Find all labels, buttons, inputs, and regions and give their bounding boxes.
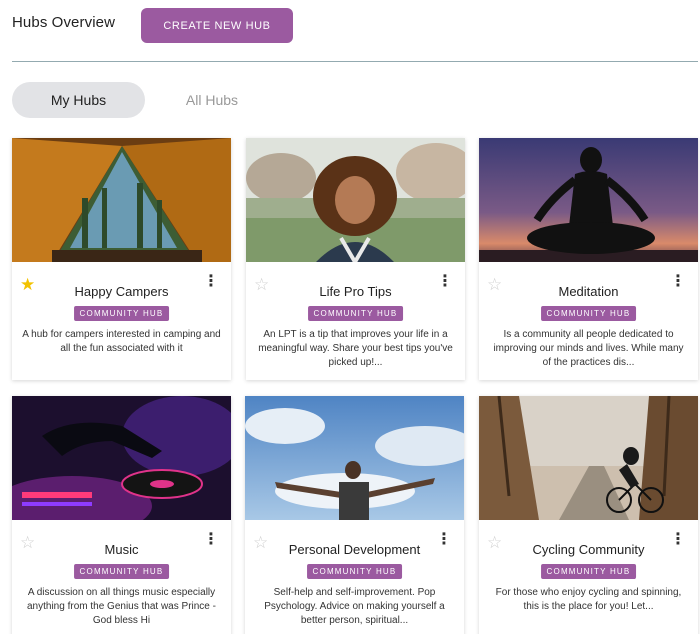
hub-description: For those who enjoy cycling and spinning… bbox=[495, 587, 682, 612]
community-hub-badge: COMMUNITY HUB bbox=[73, 306, 170, 321]
hub-description: Is a community all people dedicated to i… bbox=[493, 329, 684, 368]
community-hub-badge: COMMUNITY HUB bbox=[540, 306, 637, 321]
hub-description: Self-help and self-improvement. Pop Psyc… bbox=[264, 587, 445, 626]
hub-title: Meditation bbox=[558, 284, 619, 299]
hub-title: Music bbox=[104, 542, 139, 557]
hub-card-happy-campers[interactable]: ★ ⋮ Happy Campers COMMUNITY HUB A hub fo… bbox=[12, 138, 231, 380]
hub-title: Cycling Community bbox=[532, 542, 645, 557]
hub-tabs: My Hubs All Hubs bbox=[12, 82, 312, 118]
hub-card-meditation[interactable]: ☆ ⋮ Meditation COMMUNITY HUB Is a commun… bbox=[479, 138, 698, 380]
page-title: Hubs Overview bbox=[12, 14, 115, 31]
hub-title: Happy Campers bbox=[74, 284, 169, 299]
community-hub-badge: COMMUNITY HUB bbox=[73, 564, 170, 579]
community-hub-badge: COMMUNITY HUB bbox=[540, 564, 637, 579]
hub-title: Personal Development bbox=[288, 542, 421, 557]
hub-description: A hub for campers interested in camping … bbox=[22, 329, 221, 354]
tab-all-hubs[interactable]: All Hubs bbox=[162, 82, 262, 118]
hub-image-smiling-woman[interactable] bbox=[246, 138, 465, 262]
header-divider bbox=[12, 61, 698, 62]
hub-card-life-pro-tips[interactable]: ☆ ⋮ Life Pro Tips COMMUNITY HUB An LPT i… bbox=[246, 138, 465, 380]
hub-image-cyclist-road[interactable] bbox=[479, 396, 698, 520]
create-new-hub-button[interactable]: CREATE NEW HUB bbox=[141, 8, 293, 43]
tab-my-hubs[interactable]: My Hubs bbox=[12, 82, 145, 118]
hub-card-cycling-community[interactable]: ☆ ⋮ Cycling Community COMMUNITY HUB For … bbox=[479, 396, 698, 634]
community-hub-badge: COMMUNITY HUB bbox=[306, 564, 403, 579]
community-hub-badge: COMMUNITY HUB bbox=[307, 306, 404, 321]
hub-card-music[interactable]: ☆ ⋮ Music COMMUNITY HUB A discussion on … bbox=[12, 396, 231, 634]
page-header: Hubs Overview CREATE NEW HUB bbox=[12, 8, 700, 44]
hub-image-tent[interactable] bbox=[12, 138, 231, 262]
hub-description: A discussion on all things music especia… bbox=[27, 587, 216, 626]
hub-description: An LPT is a tip that improves your life … bbox=[258, 329, 453, 368]
hub-image-dj-turntable[interactable] bbox=[12, 396, 231, 520]
hub-image-meditation[interactable] bbox=[479, 138, 698, 262]
hub-title: Life Pro Tips bbox=[319, 284, 392, 299]
hub-image-arms-open-sky[interactable] bbox=[245, 396, 464, 520]
hub-card-personal-development[interactable]: ☆ ⋮ Personal Development COMMUNITY HUB S… bbox=[245, 396, 464, 634]
